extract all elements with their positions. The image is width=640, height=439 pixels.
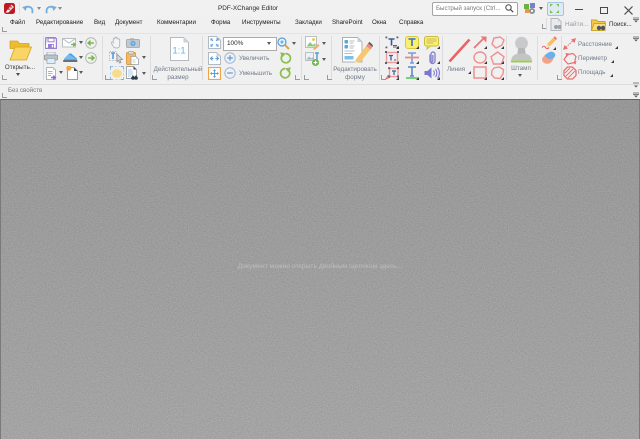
svg-text:1:1: 1:1 — [172, 46, 185, 57]
